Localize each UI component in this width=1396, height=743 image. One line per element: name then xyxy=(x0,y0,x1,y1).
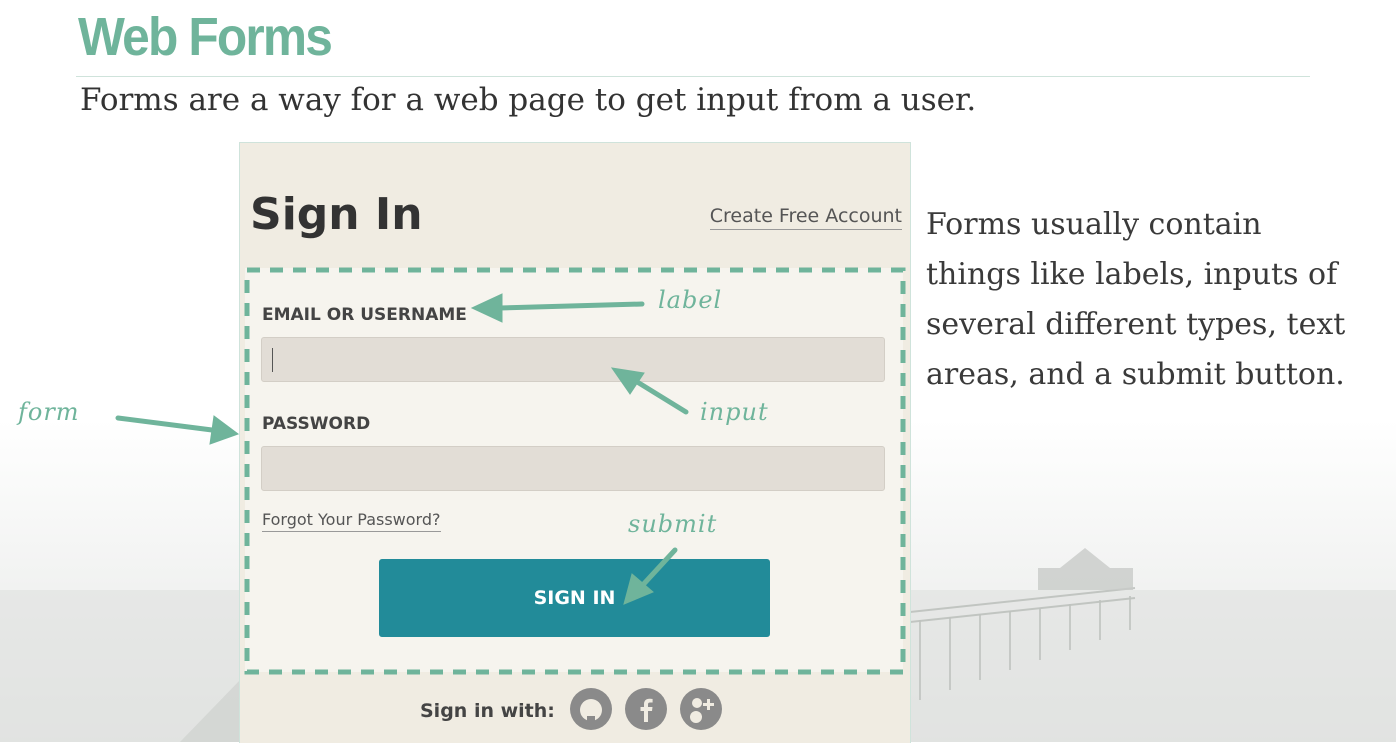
forgot-password-link[interactable]: Forgot Your Password? xyxy=(262,510,441,532)
slide-title: Web Forms xyxy=(78,7,333,67)
side-line: areas, and a submit button. xyxy=(926,357,1345,392)
form-annotation: form xyxy=(18,398,80,426)
slide-subtitle: Forms are a way for a web page to get in… xyxy=(80,82,977,118)
facebook-icon[interactable] xyxy=(625,688,667,730)
signin-title: Sign In xyxy=(250,189,423,240)
side-description: Forms usually contain things like labels… xyxy=(926,200,1396,400)
email-input[interactable] xyxy=(261,337,885,382)
github-icon[interactable] xyxy=(570,688,612,730)
password-label: PASSWORD xyxy=(262,414,371,434)
create-account-link[interactable]: Create Free Account xyxy=(709,205,902,230)
submit-annotation: submit xyxy=(628,510,718,538)
password-input[interactable] xyxy=(261,446,885,491)
title-divider xyxy=(76,76,1310,77)
email-label: EMAIL OR USERNAME xyxy=(262,305,467,325)
side-line: things like labels, inputs of xyxy=(926,257,1338,292)
text-caret xyxy=(272,348,273,372)
input-annotation: input xyxy=(700,398,769,426)
google-plus-icon[interactable] xyxy=(680,688,722,730)
label-annotation: label xyxy=(658,286,723,314)
signin-with-label: Sign in with: xyxy=(420,700,555,722)
side-line: Forms usually contain xyxy=(926,207,1262,242)
signin-button[interactable]: SIGN IN xyxy=(379,559,770,637)
side-line: several different types, text xyxy=(926,307,1346,342)
